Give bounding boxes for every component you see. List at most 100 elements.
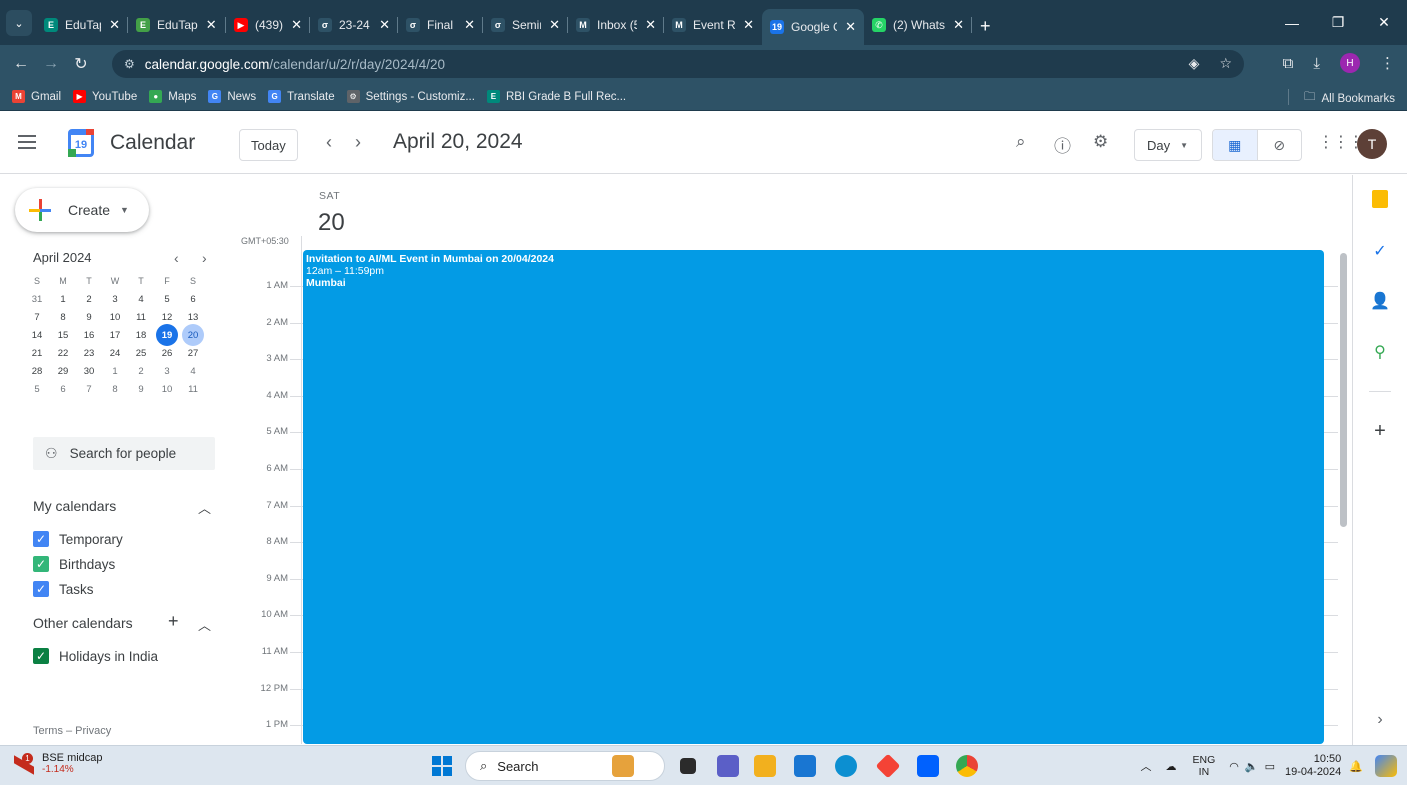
- forward-icon[interactable]: →: [36, 55, 66, 73]
- mini-day[interactable]: 19: [156, 324, 178, 346]
- mini-day[interactable]: 31: [24, 290, 50, 308]
- mini-day[interactable]: 10: [102, 308, 128, 326]
- all-bookmarks-button[interactable]: 🗀 All Bookmarks: [1288, 89, 1395, 108]
- mini-day[interactable]: 25: [128, 344, 154, 362]
- tab-close-icon[interactable]: ✕: [291, 17, 302, 33]
- collapse-caret-icon[interactable]: ︿: [198, 498, 211, 517]
- event-block[interactable]: Invitation to AI/ML Event in Mumbai on 2…: [303, 250, 1324, 744]
- tab-whatsapp[interactable]: ✆ (2) WhatsA ✕: [864, 9, 972, 41]
- mini-day[interactable]: 6: [180, 290, 206, 308]
- calendar-item[interactable]: ✓ Holidays in India: [33, 648, 158, 664]
- mini-day[interactable]: 4: [180, 362, 206, 380]
- wifi-icon[interactable]: ◠: [1229, 760, 1239, 773]
- checkbox-icon[interactable]: ✓: [33, 556, 49, 572]
- keep-icon[interactable]: [1370, 189, 1390, 209]
- bookmark-star-icon[interactable]: ☆: [1219, 55, 1232, 72]
- other-calendars-title[interactable]: Other calendars: [33, 615, 133, 631]
- mini-day[interactable]: 24: [102, 344, 128, 362]
- eye-icon[interactable]: ◈: [1189, 55, 1200, 72]
- checkbox-icon[interactable]: ✓: [33, 581, 49, 597]
- mini-day[interactable]: 21: [24, 344, 50, 362]
- restore-icon[interactable]: ❐: [1315, 14, 1361, 31]
- tab-gmail[interactable]: M Event Rem ✕: [664, 9, 762, 41]
- bookmark-item[interactable]: M Gmail: [12, 90, 61, 103]
- mini-day[interactable]: 22: [50, 344, 76, 362]
- mini-day[interactable]: 15: [50, 326, 76, 344]
- address-bar[interactable]: ⚙ calendar.google.com/calendar/u/2/r/day…: [112, 50, 1244, 78]
- tab-edutap[interactable]: E EduTap: To ✕: [36, 9, 128, 41]
- mini-day[interactable]: 9: [76, 308, 102, 326]
- profile-avatar[interactable]: H: [1340, 53, 1360, 73]
- mini-day[interactable]: 27: [180, 344, 206, 362]
- minimize-icon[interactable]: —: [1269, 15, 1315, 31]
- mini-day[interactable]: 16: [76, 326, 102, 344]
- previous-day-icon[interactable]: ‹: [326, 132, 332, 153]
- bookmark-item[interactable]: G News: [208, 90, 256, 103]
- tab-close-icon[interactable]: ✕: [743, 17, 754, 33]
- tab-sigma[interactable]: σ 23-24 Sem ✕: [310, 9, 398, 41]
- new-tab-button[interactable]: +: [980, 16, 991, 37]
- extensions-icon[interactable]: ⧉: [1283, 55, 1294, 72]
- mini-day[interactable]: 11: [180, 380, 206, 398]
- mini-day[interactable]: 4: [128, 290, 154, 308]
- next-day-icon[interactable]: ›: [355, 132, 361, 153]
- mini-next-month-icon[interactable]: ›: [202, 250, 207, 266]
- tab-close-icon[interactable]: ✕: [206, 17, 217, 33]
- stock-widget[interactable]: 1 BSE midcap -1.14%: [14, 752, 103, 776]
- tab-sigma[interactable]: σ Final BE Pr ✕: [398, 9, 483, 41]
- mini-day[interactable]: 3: [102, 290, 128, 308]
- clock[interactable]: 10:50 19-04-2024: [1285, 753, 1341, 779]
- contacts-icon[interactable]: 👤: [1370, 291, 1390, 311]
- onedrive-icon[interactable]: ☁: [1166, 760, 1177, 773]
- create-button[interactable]: Create ▼: [15, 188, 149, 232]
- volume-icon[interactable]: 🔈: [1245, 760, 1259, 773]
- main-menu-icon[interactable]: [18, 135, 36, 149]
- reload-icon[interactable]: ↻: [66, 54, 96, 74]
- dropbox-icon[interactable]: [917, 755, 939, 777]
- tab-close-icon[interactable]: ✕: [109, 17, 120, 33]
- windows-start-icon[interactable]: [432, 756, 452, 776]
- bookmark-item[interactable]: E RBI Grade B Full Rec...: [486, 90, 626, 103]
- tab-youtube[interactable]: ▶ (439) Mosc ✕: [226, 9, 310, 41]
- terms-privacy-link[interactable]: Terms – Privacy: [33, 725, 111, 737]
- mini-day[interactable]: 7: [76, 380, 102, 398]
- tasks-icon[interactable]: ✓: [1370, 241, 1390, 261]
- collapse-caret-icon[interactable]: ︿: [198, 615, 211, 634]
- mini-day[interactable]: 1: [102, 362, 128, 380]
- edge-icon[interactable]: [835, 755, 857, 777]
- account-avatar[interactable]: T: [1357, 129, 1387, 159]
- today-button[interactable]: Today: [239, 129, 298, 161]
- mini-day[interactable]: 8: [102, 380, 128, 398]
- mini-day[interactable]: 20: [182, 324, 204, 346]
- my-calendars-title[interactable]: My calendars: [33, 498, 116, 514]
- settings-gear-icon[interactable]: ⚙: [1093, 132, 1108, 152]
- mini-day[interactable]: 6: [50, 380, 76, 398]
- day-number[interactable]: 20: [318, 209, 345, 237]
- copilot-icon[interactable]: [1375, 755, 1397, 777]
- tab-close-icon[interactable]: ✕: [379, 17, 390, 33]
- mini-day[interactable]: 26: [154, 344, 180, 362]
- mini-day[interactable]: 5: [154, 290, 180, 308]
- mini-day[interactable]: 10: [154, 380, 180, 398]
- store-icon[interactable]: [794, 755, 816, 777]
- teams-icon[interactable]: [717, 755, 739, 777]
- tab-close-icon[interactable]: ✕: [464, 17, 475, 33]
- notification-bell-icon[interactable]: 🔔: [1349, 760, 1363, 773]
- checkbox-icon[interactable]: ✓: [33, 648, 49, 664]
- mini-prev-month-icon[interactable]: ‹: [174, 250, 179, 266]
- mini-day[interactable]: 11: [128, 308, 154, 326]
- expand-panel-icon[interactable]: ›: [1370, 710, 1390, 730]
- task-view-icon[interactable]: [680, 758, 696, 774]
- mini-day[interactable]: 1: [50, 290, 76, 308]
- file-explorer-icon[interactable]: [754, 755, 776, 777]
- tab-search-button[interactable]: ⌄: [6, 10, 32, 36]
- anydesk-icon[interactable]: [875, 753, 901, 779]
- mini-day[interactable]: 29: [50, 362, 76, 380]
- back-icon[interactable]: ←: [6, 55, 36, 73]
- checkbox-icon[interactable]: ✓: [33, 531, 49, 547]
- help-icon[interactable]: ⓘ: [1054, 132, 1071, 157]
- tab-sigma[interactable]: σ Seminar R ✕: [483, 9, 568, 41]
- calendar-view-icon[interactable]: ▦: [1213, 130, 1258, 160]
- bookmark-item[interactable]: ⚙ Settings - Customiz...: [346, 90, 475, 103]
- search-icon[interactable]: ⌕: [1016, 132, 1026, 152]
